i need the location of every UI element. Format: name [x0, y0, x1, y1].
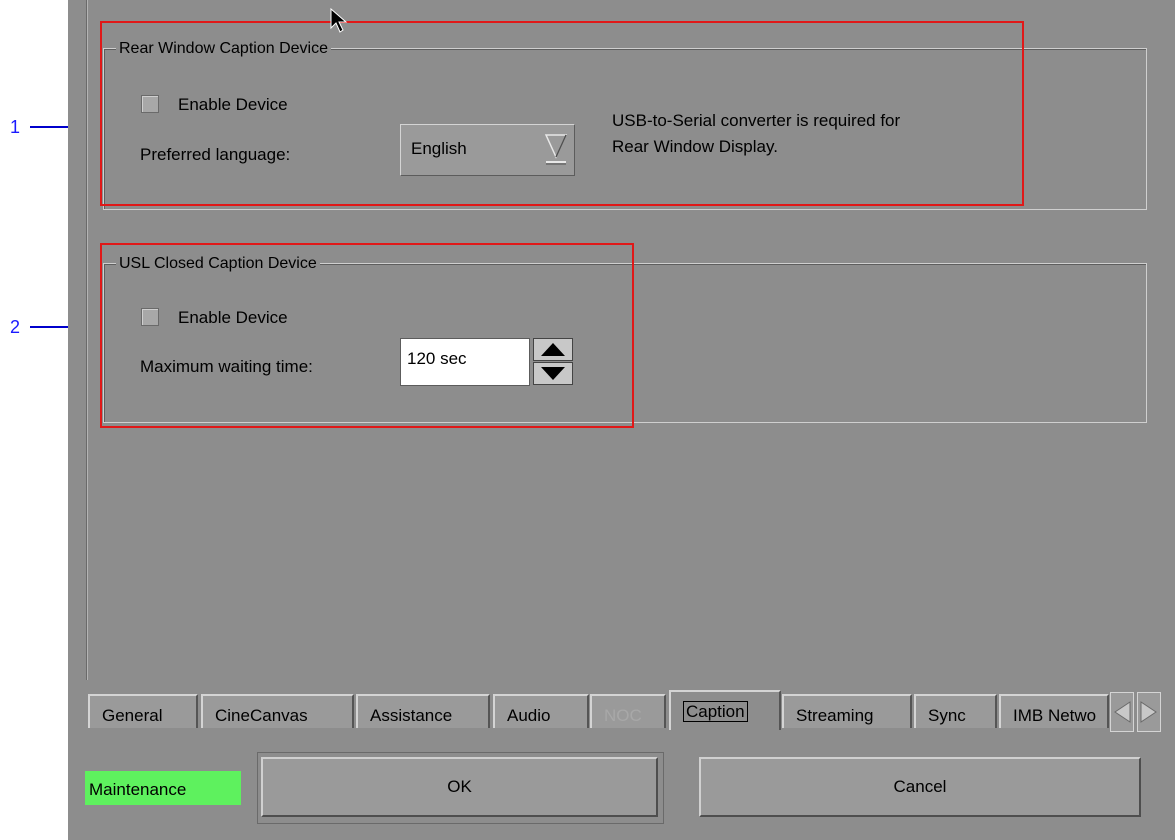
tab-label: NOC — [604, 706, 642, 725]
highlight-box-2 — [100, 243, 634, 428]
highlight-box-1 — [100, 21, 1024, 206]
tab-scroll-left-icon — [1114, 701, 1131, 723]
callout-number-2: 2 — [10, 317, 21, 337]
tab-scroll-right-button[interactable] — [1137, 692, 1161, 732]
tab-cinecanvas[interactable]: CineCanvas — [201, 694, 354, 728]
tab-audio[interactable]: Audio — [493, 694, 589, 728]
tab-label: Sync — [928, 706, 966, 725]
ok-button[interactable]: OK — [261, 757, 658, 817]
maintenance-status-badge: Maintenance — [85, 771, 241, 805]
mouse-cursor-icon — [330, 8, 348, 33]
tab-noc[interactable]: NOC — [590, 694, 666, 728]
tab-general[interactable]: General — [88, 694, 198, 728]
tab-assistance[interactable]: Assistance — [356, 694, 490, 728]
tab-sync[interactable]: Sync — [914, 694, 997, 728]
tab-label: Assistance — [370, 706, 453, 725]
cancel-button[interactable]: Cancel — [699, 757, 1141, 817]
tab-caption[interactable]: Caption — [669, 690, 781, 730]
tab-label: Caption — [683, 701, 748, 722]
panel-divider — [86, 0, 88, 680]
tab-scroll-left-button[interactable] — [1110, 692, 1134, 732]
tab-imb-network[interactable]: IMB Netwo — [999, 694, 1109, 728]
tab-scroll-right-icon — [1140, 701, 1157, 723]
tab-label: Audio — [507, 706, 551, 725]
tab-label: IMB Netwo — [1013, 706, 1097, 725]
tab-label: General — [102, 706, 163, 725]
tab-label: CineCanvas — [215, 706, 308, 725]
tab-streaming[interactable]: Streaming — [782, 694, 912, 728]
callout-number-1: 1 — [10, 117, 21, 137]
tab-label: Streaming — [796, 706, 874, 725]
